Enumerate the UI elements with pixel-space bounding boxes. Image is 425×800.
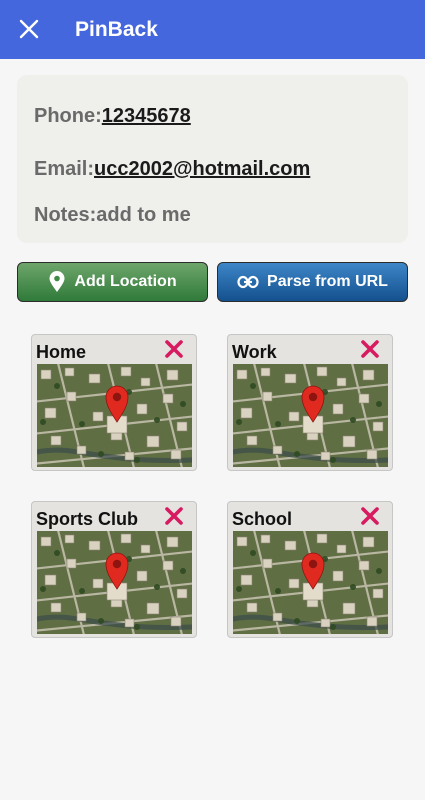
link-icon <box>237 275 259 289</box>
location-card-sports-club[interactable]: Sports Club <box>31 501 197 638</box>
location-map-thumbnail[interactable] <box>233 364 388 467</box>
location-map-thumbnail[interactable] <box>37 531 192 634</box>
remove-location-icon[interactable] <box>163 505 185 527</box>
close-icon[interactable] <box>14 14 44 44</box>
map-pin-icon <box>48 271 66 293</box>
location-card-school[interactable]: School <box>227 501 393 638</box>
phone-row: Phone:12345678 <box>34 104 191 128</box>
location-name: School <box>232 509 293 529</box>
contact-card: Phone:12345678 Email:ucc2002@hotmail.com… <box>17 75 408 243</box>
notes-value: add to me <box>96 204 191 226</box>
email-link[interactable]: ucc2002@hotmail.com <box>94 158 310 180</box>
location-name: Sports Club <box>36 509 138 529</box>
email-row: Email:ucc2002@hotmail.com <box>34 157 310 181</box>
location-map-thumbnail[interactable] <box>233 531 388 634</box>
notes-label: Notes: <box>34 204 97 226</box>
phone-link[interactable]: 12345678 <box>102 105 191 127</box>
app-bar: PinBack <box>0 0 425 59</box>
email-label: Email: <box>34 158 95 180</box>
location-card-work[interactable]: Work <box>227 334 393 471</box>
remove-location-icon[interactable] <box>359 338 381 360</box>
remove-location-icon[interactable] <box>163 338 185 360</box>
add-location-label: Add Location <box>74 273 177 290</box>
phone-label: Phone: <box>34 105 102 127</box>
notes-row: Notes:add to me <box>34 203 191 227</box>
location-map-thumbnail[interactable] <box>37 364 192 467</box>
parse-url-label: Parse from URL <box>267 273 388 290</box>
location-name: Home <box>36 342 87 362</box>
location-name: Work <box>232 342 277 362</box>
app-title: PinBack <box>75 18 158 41</box>
add-location-button[interactable]: Add Location <box>17 262 208 302</box>
parse-url-button[interactable]: Parse from URL <box>217 262 408 302</box>
remove-location-icon[interactable] <box>359 505 381 527</box>
location-card-home[interactable]: Home <box>31 334 197 471</box>
